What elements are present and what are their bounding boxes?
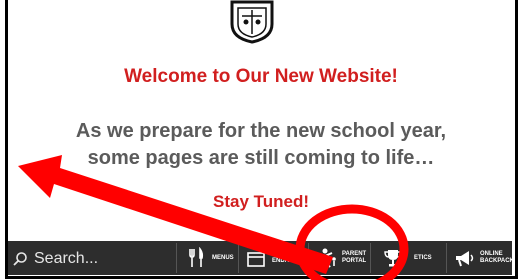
nav-item-online-backpack[interactable]: ONLINE BACKPACK <box>454 243 514 273</box>
message-line-1: As we prepare for the new school year, <box>75 120 447 142</box>
nav-label-athletics: ETICS <box>414 254 432 261</box>
nav-label-line: PARENT <box>342 251 367 257</box>
nav-label-online-backpack: ONLINE BACKPACK <box>480 251 514 265</box>
nav-separator <box>446 243 447 273</box>
megaphone-icon <box>456 251 474 267</box>
nav-label-menus: MENUS <box>212 254 234 261</box>
nav-item-parent-portal[interactable]: PARENT PORTAL <box>316 243 366 273</box>
search-field[interactable]: Search... <box>12 249 98 269</box>
school-crest-logo <box>230 0 274 44</box>
stay-tuned-text: Stay Tuned! <box>212 192 310 211</box>
nav-separator <box>308 243 309 273</box>
nav-item-athletics[interactable]: ETICS <box>382 243 432 273</box>
welcome-heading: Welcome to Our New Website! <box>124 66 398 87</box>
nav-label-parent-portal: PARENT PORTAL <box>342 251 366 265</box>
nav-separator <box>176 243 177 273</box>
nav-separator <box>370 243 371 273</box>
nav-label-line: ONLINE <box>480 251 503 257</box>
message-line-2: some pages are still coming to life… <box>87 147 435 169</box>
nav-label-line: TRICT <box>272 251 290 257</box>
calendar-icon <box>247 252 265 267</box>
nav-label-district-calendar: TRICT ENDAR <box>272 251 293 265</box>
search-icon <box>13 252 27 266</box>
nav-item-district-calendar[interactable]: TRICT ENDAR <box>246 243 293 273</box>
fork-knife-icon <box>189 247 204 267</box>
message-text: As we prepare for the new school year, s… <box>0 118 522 172</box>
nav-label-line: ENDAR <box>272 258 294 264</box>
parent-figure-icon <box>317 248 336 268</box>
nav-label-line: PORTAL <box>342 258 367 264</box>
nav-separator <box>238 243 239 273</box>
trophy-icon <box>384 250 402 267</box>
nav-item-menus[interactable]: MENUS <box>186 243 234 273</box>
search-placeholder: Search... <box>34 250 99 267</box>
nav-label-line: BACKPACK <box>480 258 514 264</box>
